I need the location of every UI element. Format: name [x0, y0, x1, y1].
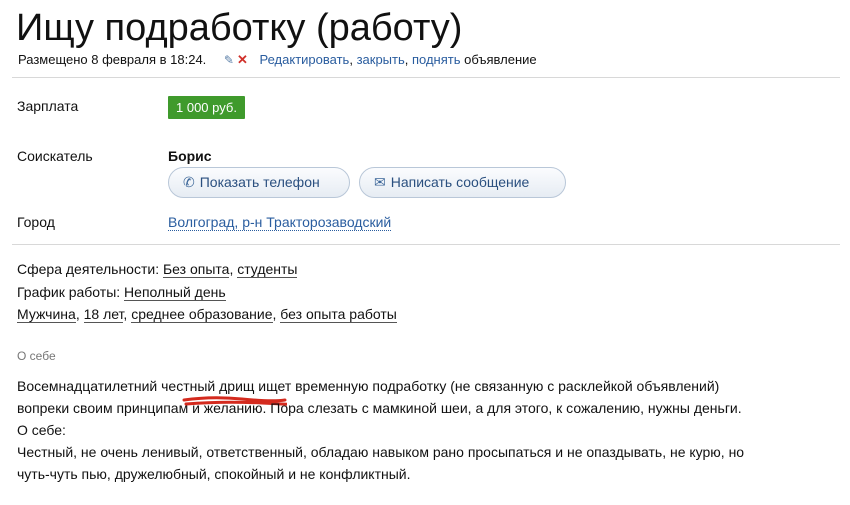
- about-line-4: Честный, не очень ленивый, ответственный…: [17, 444, 745, 460]
- post-meta: Размещено 8 февраля в 18:24. ✎ ✕ Редактир…: [18, 52, 537, 67]
- salary-label: Зарплата: [17, 98, 79, 114]
- schedule-label: График работы:: [17, 284, 121, 300]
- applicant-name: Борис: [168, 148, 212, 164]
- sphere-link-2[interactable]: студенты: [237, 261, 298, 278]
- ad-title: Ищу подработку (работу): [16, 7, 463, 49]
- show-phone-button[interactable]: ✆ Показать телефон: [168, 167, 350, 198]
- city-link[interactable]: Волгоград, р-н Тракторозаводский: [168, 214, 392, 231]
- pencil-icon[interactable]: ✎: [224, 53, 234, 67]
- applicant-label: Соискатель: [17, 148, 93, 164]
- about-heading: О себе: [17, 349, 56, 363]
- experience-link[interactable]: без опыта работы: [280, 306, 397, 323]
- write-message-button[interactable]: ✉ Написать сообщение: [359, 167, 566, 198]
- about-line-3: О себе:: [17, 422, 66, 438]
- highlighted-phrase: честный дрищ: [161, 378, 255, 394]
- about-line-2: вопреки своим принципам и желанию. Пора …: [17, 400, 742, 416]
- profile-row: Мужчина, 18 лет, среднее образование, бе…: [17, 306, 397, 323]
- sphere-link-1[interactable]: Без опыта: [162, 261, 230, 278]
- about-line-5: чуть-чуть пью, дружелюбный, спокойный и …: [17, 466, 411, 482]
- posted-date: Размещено 8 февраля в 18:24.: [18, 52, 207, 67]
- gender-link[interactable]: Мужчина: [17, 306, 76, 323]
- sphere-label: Сфера деятельности:: [17, 261, 160, 277]
- meta-tail: объявление: [464, 52, 537, 67]
- divider: [12, 77, 840, 78]
- education-link[interactable]: среднее образование: [131, 306, 273, 323]
- schedule-link[interactable]: Неполный день: [124, 284, 226, 301]
- salary-badge: 1 000 руб.: [168, 96, 245, 119]
- close-link[interactable]: закрыть: [357, 52, 405, 67]
- show-phone-label: Показать телефон: [199, 174, 320, 190]
- schedule-row: График работы: Неполный день: [17, 284, 226, 301]
- phone-icon: ✆: [183, 174, 195, 190]
- age-link[interactable]: 18 лет: [83, 306, 124, 323]
- delete-x-icon[interactable]: ✕: [237, 52, 248, 67]
- raise-link[interactable]: поднять: [412, 52, 461, 67]
- edit-link[interactable]: Редактировать: [260, 52, 350, 67]
- about-line-1: Восемнадцатилетний честный дрищ ищет вре…: [17, 378, 720, 394]
- divider: [12, 244, 840, 245]
- city-label: Город: [17, 214, 55, 230]
- write-message-label: Написать сообщение: [390, 174, 530, 190]
- sphere-row: Сфера деятельности: Без опыта, студенты: [17, 261, 298, 278]
- envelope-icon: ✉: [374, 174, 386, 190]
